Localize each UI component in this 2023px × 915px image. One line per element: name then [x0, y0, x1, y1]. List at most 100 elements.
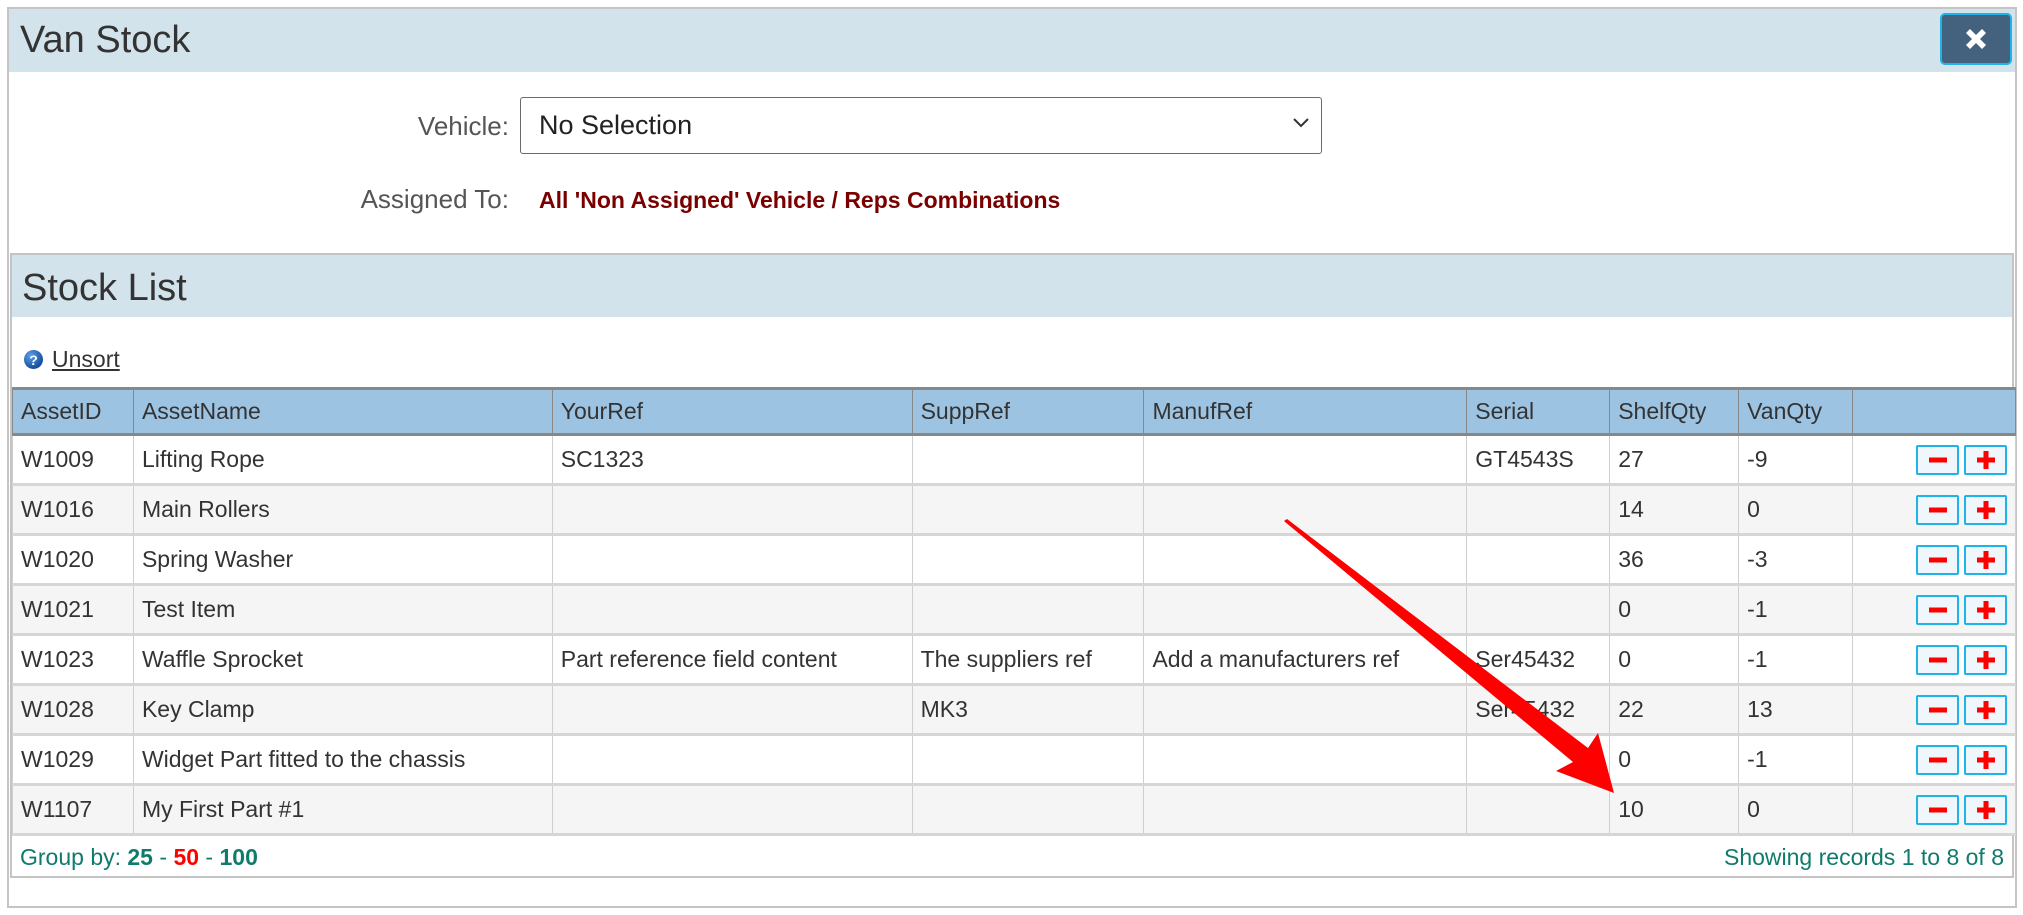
- table-header-row: AssetID AssetName YourRef SuppRef ManufR…: [12, 387, 2016, 436]
- cell-your-ref: SC1323: [551, 434, 913, 486]
- increment-button[interactable]: [1964, 744, 2007, 775]
- cell-asset-name: Lifting Rope: [132, 434, 553, 486]
- chevron-down-icon: [1293, 118, 1309, 128]
- cell-shelf-qty: 22: [1609, 684, 1740, 736]
- stock-table: AssetID AssetName YourRef SuppRef ManufR…: [12, 387, 2016, 836]
- cell-supp-ref: [911, 434, 1145, 486]
- column-header-assetid[interactable]: AssetID: [12, 387, 134, 436]
- close-button[interactable]: [1940, 13, 2012, 65]
- cell-manuf-ref: [1143, 734, 1468, 786]
- column-header-serial[interactable]: Serial: [1466, 387, 1611, 436]
- cell-supp-ref: [911, 734, 1145, 786]
- table-footer: Group by: 25 - 50 - 100 Showing records …: [12, 834, 2012, 878]
- increment-button[interactable]: [1964, 444, 2007, 475]
- decrement-button[interactable]: [1916, 794, 1959, 825]
- decrement-button[interactable]: [1916, 544, 1959, 575]
- plus-icon: [1976, 700, 1995, 719]
- decrement-button[interactable]: [1916, 744, 1959, 775]
- group-by-50[interactable]: 50: [173, 844, 199, 870]
- group-by-25[interactable]: 25: [127, 844, 153, 870]
- cell-supp-ref: [911, 484, 1145, 536]
- minus-icon: [1928, 507, 1947, 512]
- cell-asset-id: W1028: [12, 684, 134, 736]
- cell-your-ref: [551, 734, 913, 786]
- cell-actions: [1852, 434, 2016, 486]
- cell-shelf-qty: 27: [1609, 434, 1740, 486]
- cell-your-ref: [551, 484, 913, 536]
- column-header-assetname[interactable]: AssetName: [132, 387, 553, 436]
- records-count: Showing records 1 to 8 of 8: [1724, 843, 2004, 870]
- minus-icon: [1928, 757, 1947, 762]
- cell-actions: [1852, 634, 2016, 686]
- decrement-button[interactable]: [1916, 494, 1959, 525]
- stock-list-header: Stock List: [12, 253, 2012, 317]
- plus-icon: [1976, 600, 1995, 619]
- cell-your-ref: [551, 684, 913, 736]
- cell-serial: Ser45432: [1466, 684, 1611, 736]
- column-header-shelfqty[interactable]: ShelfQty: [1609, 387, 1740, 436]
- cell-van-qty: 0: [1738, 784, 1854, 836]
- decrement-button[interactable]: [1916, 444, 1959, 475]
- cell-your-ref: Part reference field content: [551, 634, 913, 686]
- cell-manuf-ref: [1143, 484, 1468, 536]
- cell-van-qty: -1: [1738, 634, 1854, 686]
- increment-button[interactable]: [1964, 494, 2007, 525]
- vehicle-row: Vehicle:: [9, 97, 509, 155]
- increment-button[interactable]: [1964, 544, 2007, 575]
- cell-asset-name: Test Item: [132, 584, 553, 636]
- column-header-vanqty[interactable]: VanQty: [1738, 387, 1854, 436]
- cell-shelf-qty: 10: [1609, 784, 1740, 836]
- assigned-value: All 'Non Assigned' Vehicle / Reps Combin…: [539, 187, 1061, 213]
- vehicle-select-value: No Selection: [539, 110, 693, 140]
- column-header-yourref[interactable]: YourRef: [551, 387, 913, 436]
- group-by-100[interactable]: 100: [219, 844, 257, 870]
- cell-manuf-ref: [1143, 584, 1468, 636]
- cell-serial: [1466, 784, 1611, 836]
- cell-supp-ref: [911, 584, 1145, 636]
- decrement-button[interactable]: [1916, 594, 1959, 625]
- cell-manuf-ref: [1143, 684, 1468, 736]
- cell-manuf-ref: [1143, 534, 1468, 586]
- cell-manuf-ref: Add a manufacturers ref: [1143, 634, 1468, 686]
- cell-serial: [1466, 484, 1611, 536]
- decrement-button[interactable]: [1916, 644, 1959, 675]
- group-separator: -: [205, 843, 214, 870]
- cell-van-qty: -1: [1738, 734, 1854, 786]
- minus-icon: [1928, 807, 1947, 812]
- cell-manuf-ref: [1143, 784, 1468, 836]
- cell-asset-id: W1023: [12, 634, 134, 686]
- plus-icon: [1976, 800, 1995, 819]
- cell-shelf-qty: 0: [1609, 734, 1740, 786]
- cell-asset-name: Waffle Sprocket: [132, 634, 553, 686]
- column-header-suppref[interactable]: SuppRef: [911, 387, 1145, 436]
- plus-icon: [1976, 750, 1995, 769]
- question-circle-icon[interactable]: ?: [24, 350, 43, 369]
- vehicle-select[interactable]: No Selection: [520, 97, 1322, 154]
- plus-icon: [1976, 550, 1995, 569]
- unsort-link[interactable]: Unsort: [52, 346, 120, 373]
- cell-asset-name: My First Part #1: [132, 784, 553, 836]
- group-by: Group by: 25 - 50 - 100: [20, 844, 258, 871]
- table-row: W1028 Key Clamp MK3 Ser45432 22 13: [12, 684, 2016, 736]
- cell-actions: [1852, 684, 2016, 736]
- table-row: W1021 Test Item 0 -1: [12, 584, 2016, 636]
- minus-icon: [1928, 607, 1947, 612]
- increment-button[interactable]: [1964, 644, 2007, 675]
- cell-manuf-ref: [1143, 434, 1468, 486]
- increment-button[interactable]: [1964, 794, 2007, 825]
- plus-icon: [1976, 650, 1995, 669]
- increment-button[interactable]: [1964, 594, 2007, 625]
- cell-asset-id: W1029: [12, 734, 134, 786]
- stock-list-title: Stock List: [22, 267, 187, 309]
- cell-serial: [1466, 534, 1611, 586]
- column-header-manufref[interactable]: ManufRef: [1143, 387, 1468, 436]
- increment-button[interactable]: [1964, 694, 2007, 725]
- cell-van-qty: -9: [1738, 434, 1854, 486]
- cell-actions: [1852, 584, 2016, 636]
- cell-your-ref: [551, 534, 913, 586]
- decrement-button[interactable]: [1916, 694, 1959, 725]
- cell-van-qty: 0: [1738, 484, 1854, 536]
- cell-shelf-qty: 14: [1609, 484, 1740, 536]
- close-x-icon: [1966, 29, 1986, 49]
- table-row: W1023 Waffle Sprocket Part reference field…: [12, 634, 2016, 686]
